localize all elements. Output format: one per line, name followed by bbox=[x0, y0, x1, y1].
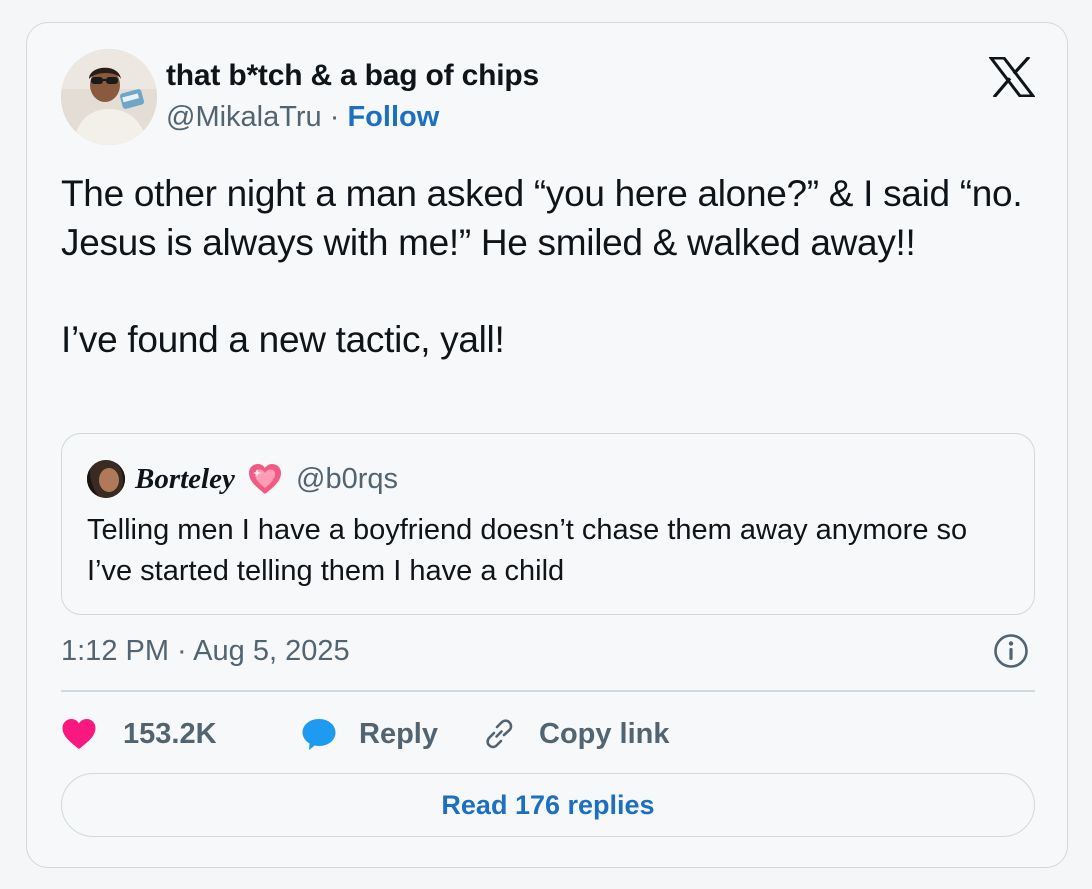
quoted-author-handle: @b0rqs bbox=[296, 463, 398, 495]
tweet-timestamp[interactable]: 1:12 PM · Aug 5, 2025 bbox=[61, 635, 350, 668]
divider bbox=[61, 690, 1035, 692]
like-button[interactable]: 153.2K bbox=[61, 713, 217, 755]
author-handle[interactable]: @MikalaTru bbox=[166, 101, 322, 133]
quoted-tweet-text: Telling men I have a boyfriend doesn’t c… bbox=[87, 514, 976, 587]
handle-separator: · bbox=[329, 101, 340, 133]
x-logo-icon[interactable] bbox=[987, 55, 1037, 99]
heart-icon bbox=[61, 718, 97, 750]
reply-button[interactable]: Reply bbox=[301, 713, 438, 755]
tweet-embed-card: that b*tch & a bag of chips @MikalaTru ·… bbox=[26, 22, 1068, 868]
speech-bubble-icon bbox=[301, 717, 337, 751]
read-replies-button[interactable]: Read 176 replies bbox=[61, 773, 1035, 837]
quoted-author-avatar bbox=[87, 460, 125, 498]
like-count: 153.2K bbox=[123, 717, 217, 750]
follow-link[interactable]: Follow bbox=[347, 101, 439, 133]
author-avatar[interactable] bbox=[61, 49, 157, 145]
quoted-author-name: Borteley bbox=[135, 463, 235, 495]
info-icon[interactable] bbox=[993, 633, 1029, 669]
link-icon bbox=[481, 716, 517, 752]
sparkling-heart-icon bbox=[246, 461, 284, 497]
tweet-text: The other night a man asked “you here al… bbox=[61, 173, 1023, 360]
reply-label: Reply bbox=[359, 717, 438, 750]
quoted-tweet-card[interactable]: Borteley @b0rqs Telling men I have a boy… bbox=[61, 433, 1035, 615]
action-bar: 153.2K Reply Copy link bbox=[61, 713, 1035, 755]
copy-link-button[interactable]: Copy link bbox=[481, 713, 670, 755]
copy-link-label: Copy link bbox=[539, 717, 670, 750]
author-handle-row: @MikalaTru · Follow bbox=[166, 101, 439, 134]
author-display-name[interactable]: that b*tch & a bag of chips bbox=[166, 59, 539, 93]
